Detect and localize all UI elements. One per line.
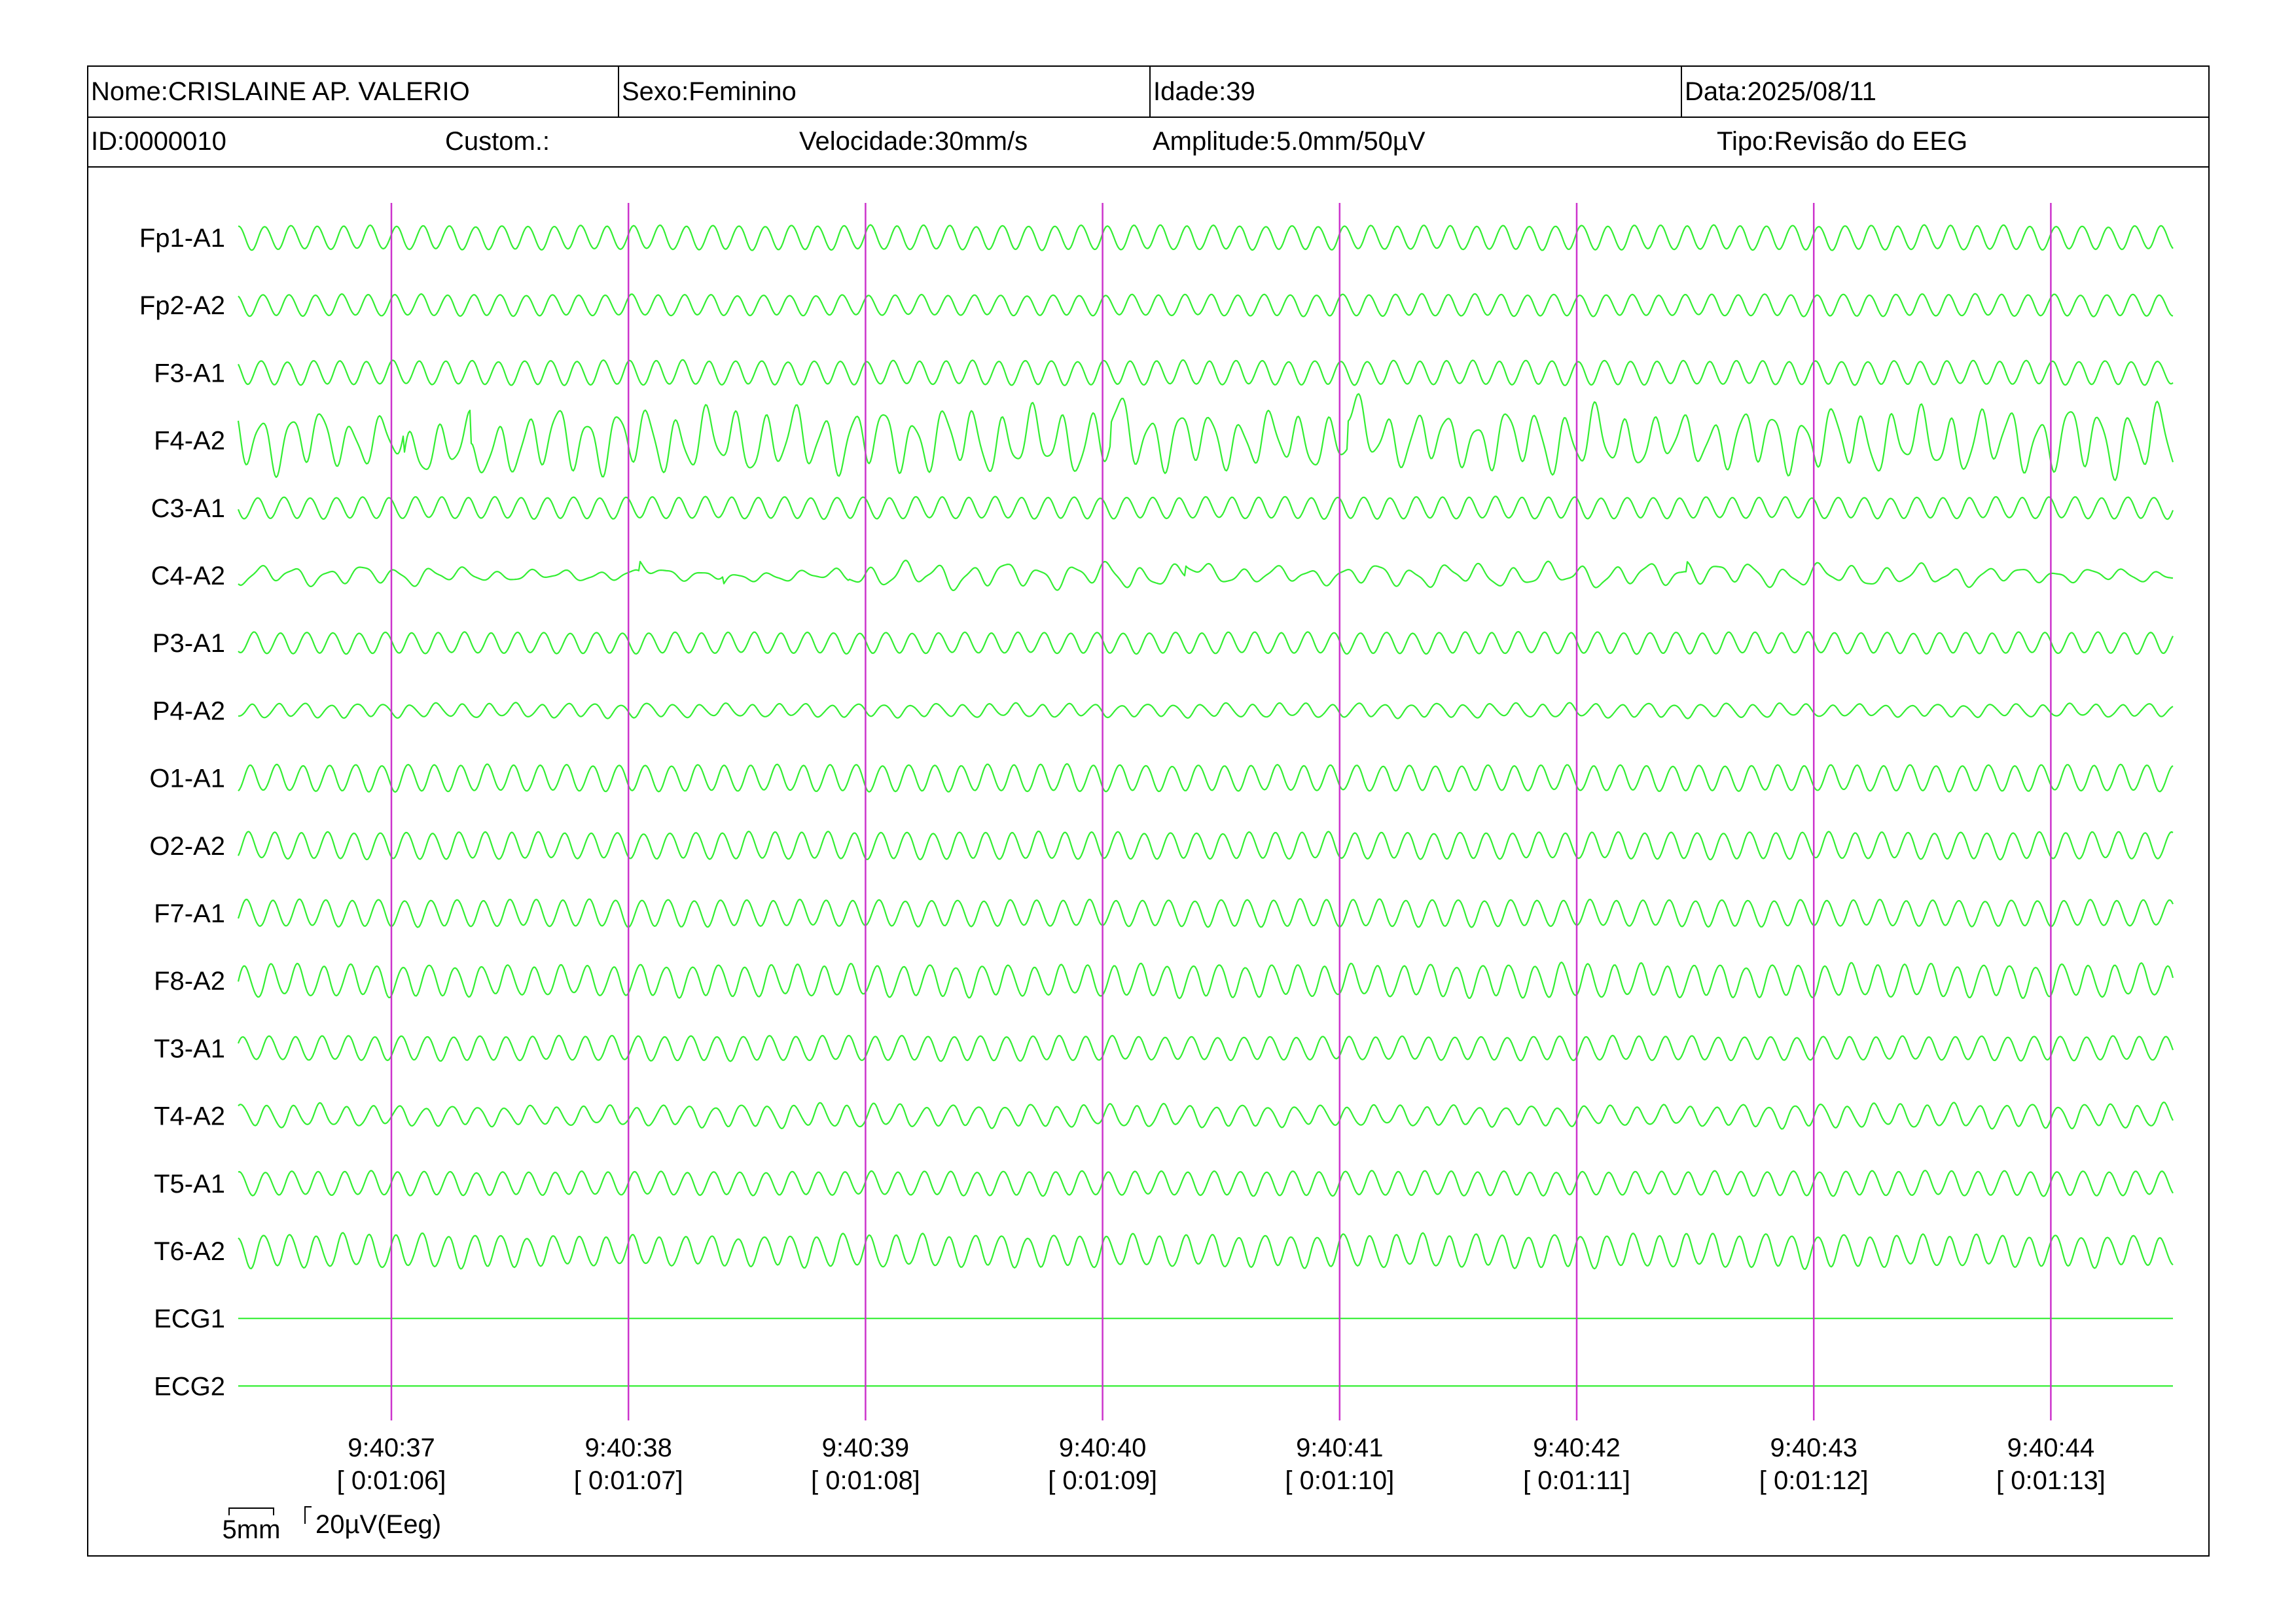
- time-marker-clock: 9:40:37: [348, 1434, 435, 1462]
- channel-label: P3-A1: [152, 629, 225, 658]
- amplitude-scale-bar: [304, 1506, 312, 1524]
- time-marker-clock: 9:40:43: [1770, 1434, 1857, 1462]
- time-marker-clock: 9:40:39: [822, 1434, 909, 1462]
- time-marker-elapsed: [ 0:01:09]: [1048, 1466, 1157, 1495]
- channel-label: C3-A1: [151, 494, 225, 523]
- channel-label: C4-A2: [151, 562, 225, 590]
- channel-label: P4-A2: [152, 696, 225, 725]
- channel-trace: [238, 359, 2174, 386]
- channel-trace: [238, 763, 2174, 793]
- time-marker-elapsed: [ 0:01:10]: [1285, 1466, 1394, 1495]
- time-marker-clock: 9:40:38: [584, 1434, 672, 1462]
- channel-label: ECG1: [154, 1305, 225, 1333]
- time-scale-bar: [228, 1507, 274, 1515]
- channel-trace: [238, 702, 2174, 719]
- channel-label: Fp2-A2: [139, 291, 225, 320]
- channel-trace: [238, 1170, 2174, 1197]
- eeg-trace-chart: Fp1-A1 Fp2-A2 F3-A1 F4-A2 C3-A1 C4-A2 P3-A1 P4-…: [139, 203, 2174, 1544]
- channel-trace: [237, 898, 2174, 928]
- channel-label: ECG2: [154, 1372, 225, 1401]
- time-marker-elapsed: [ 0:01:12]: [1759, 1466, 1869, 1495]
- time-marker-elapsed: [ 0:01:08]: [811, 1466, 920, 1495]
- channel-label: T4-A2: [154, 1102, 225, 1131]
- channel-trace: [238, 224, 2174, 251]
- amplitude-scale-label: 20µV(Eeg): [315, 1510, 441, 1539]
- channel-trace: [238, 559, 2174, 592]
- channel-label: O2-A2: [149, 832, 225, 861]
- channel-trace: [237, 830, 2174, 861]
- time-marker-elapsed: [ 0:01:06]: [337, 1466, 446, 1495]
- channel-trace: [237, 496, 2174, 520]
- channel-label: Fp1-A1: [139, 224, 225, 253]
- channel-label: T6-A2: [154, 1237, 225, 1266]
- channel-label: T3-A1: [154, 1034, 225, 1063]
- time-scale-label: 5mm: [223, 1515, 281, 1544]
- time-marker-elapsed: [ 0:01:11]: [1523, 1466, 1630, 1495]
- channel-label: F4-A2: [154, 427, 225, 456]
- time-marker-elapsed: [ 0:01:13]: [1996, 1466, 2106, 1495]
- time-marker-clock: 9:40:41: [1296, 1434, 1383, 1462]
- channel-trace: [237, 962, 2174, 1000]
- time-marker-clock: 9:40:40: [1059, 1434, 1146, 1462]
- channel-trace: [238, 293, 2174, 317]
- channel-trace: [238, 630, 2174, 655]
- channel-label: F7-A1: [154, 899, 225, 928]
- time-marker-clock: 9:40:44: [2007, 1434, 2094, 1462]
- channel-trace: [237, 393, 2174, 481]
- channel-label: F8-A2: [154, 967, 225, 996]
- channel-label: O1-A1: [149, 765, 225, 793]
- channel-trace: [238, 1101, 2174, 1130]
- channel-label: T5-A1: [154, 1170, 225, 1199]
- channel-label: F3-A1: [154, 359, 225, 388]
- time-marker-clock: 9:40:42: [1533, 1434, 1620, 1462]
- channel-trace: [237, 1034, 2174, 1062]
- time-marker-elapsed: [ 0:01:07]: [574, 1466, 683, 1495]
- channel-trace: [238, 1232, 2174, 1271]
